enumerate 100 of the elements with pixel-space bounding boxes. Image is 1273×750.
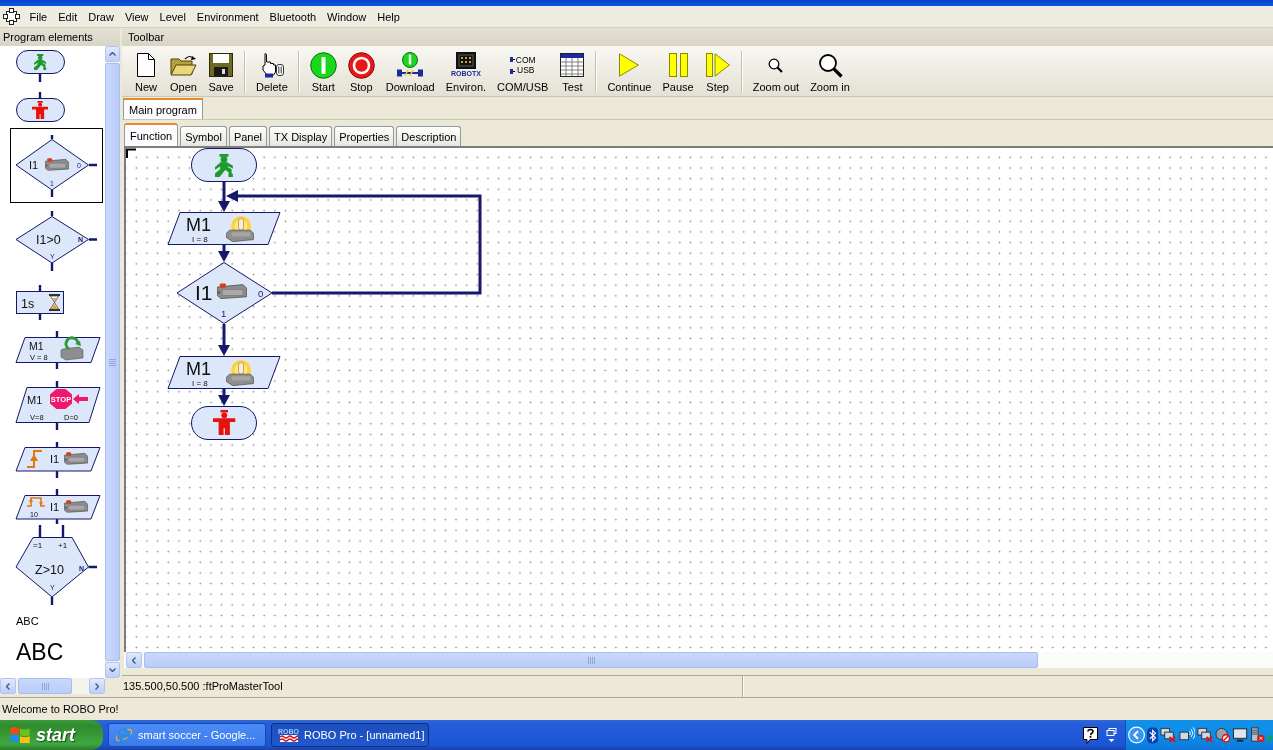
continue-button[interactable]: Continue: [603, 51, 656, 94]
scroll-down-button[interactable]: [105, 662, 120, 678]
bluetooth-icon[interactable]: [1147, 726, 1159, 744]
step-button[interactable]: Step: [700, 51, 735, 94]
com-usb-button[interactable]: COM USB COM/USB: [493, 51, 553, 94]
scrollbar-thumb[interactable]: [144, 652, 1038, 668]
folder-icon: [170, 54, 197, 76]
menu-item[interactable]: Help: [371, 7, 406, 26]
chevron-left-icon[interactable]: [1128, 726, 1146, 744]
scrollbar-track[interactable]: [124, 652, 1273, 668]
network-error-icon[interactable]: [1160, 727, 1177, 743]
taskbar-button[interactable]: smart soccer - Google...: [108, 723, 266, 747]
save-button[interactable]: Save: [204, 51, 238, 94]
condition-label: I1>0: [36, 233, 61, 247]
pane-title: Toolbar: [122, 28, 1273, 46]
window-menu-icon[interactable]: [3, 8, 20, 25]
scroll-left-button[interactable]: [126, 652, 142, 668]
grip-icon: [587, 656, 595, 664]
output-label: M1: [186, 359, 211, 379]
download-button[interactable]: Download: [381, 51, 439, 94]
view-tab[interactable]: Symbol: [180, 126, 227, 146]
pause-button[interactable]: Pause: [658, 51, 698, 94]
circle-cable-icon: [397, 52, 424, 78]
program-canvas[interactable]: M1 I = 8 I1 0 1 M1 I = 8: [124, 146, 1273, 652]
view-tab[interactable]: Description: [396, 126, 462, 146]
chevron-up-icon: [109, 52, 116, 56]
scroll-up-button[interactable]: [105, 46, 120, 62]
menu-item[interactable]: Window: [321, 7, 372, 26]
chevron-left-icon: [6, 682, 10, 690]
step-edge-icon: [26, 450, 43, 468]
wireless-icon[interactable]: [1178, 727, 1195, 743]
sensor-label: I1: [50, 453, 60, 465]
view-tab[interactable]: TX Display: [269, 126, 333, 146]
output-label: M1: [186, 215, 211, 235]
connector-arrow: [218, 182, 230, 212]
scroll-left-button[interactable]: [0, 678, 16, 694]
test-button[interactable]: Test: [555, 51, 590, 94]
pause-icon: [668, 53, 688, 77]
icon-caption: USB: [516, 65, 536, 75]
program-tab[interactable]: Main program: [123, 98, 203, 119]
help-bubble-icon[interactable]: [1083, 726, 1098, 744]
view-tab[interactable]: Properties: [334, 126, 395, 146]
monitor-icon[interactable]: [1232, 727, 1249, 743]
counter-loop-block[interactable]: [15, 524, 99, 607]
cursor-position: 135.500,50.500 :ftProMasterTool: [122, 676, 743, 697]
start-button[interactable]: Start: [305, 51, 341, 94]
menu-item[interactable]: Bluetooth: [264, 7, 322, 26]
connector-arrow: [218, 389, 230, 406]
menu-item[interactable]: Draw: [82, 7, 120, 26]
status-message: Welcome to ROBO Pro!: [2, 703, 119, 715]
output-value: I = 8: [192, 234, 208, 244]
chevron-down-icon: [109, 668, 116, 672]
output-label: M1: [27, 394, 43, 406]
comment-text[interactable]: ABC: [16, 615, 39, 627]
view-tab[interactable]: Function: [124, 123, 179, 146]
scrollbar-thumb[interactable]: [18, 678, 72, 694]
menu-item[interactable]: Edit: [52, 7, 83, 26]
network-error-icon[interactable]: [1196, 727, 1213, 743]
output-label: M1: [29, 340, 44, 352]
zoom-out-button[interactable]: Zoom out: [748, 51, 804, 94]
open-button[interactable]: Open: [166, 51, 201, 94]
table-window-icon: [560, 53, 585, 77]
scrollbar-track[interactable]: [0, 678, 105, 694]
comment-text[interactable]: ABC: [16, 640, 64, 664]
scroll-right-button[interactable]: [89, 678, 105, 694]
menu-item[interactable]: Level: [154, 7, 192, 26]
counter-label: =1: [33, 541, 43, 550]
condition-label: Z>10: [35, 563, 64, 577]
grip-icon: [109, 358, 116, 366]
start-button[interactable]: start: [0, 720, 103, 750]
view-tab[interactable]: Panel: [228, 126, 268, 146]
icon-caption: COM: [515, 55, 536, 65]
server-error-icon[interactable]: [1250, 727, 1266, 743]
output-value: I = 8: [192, 378, 208, 388]
menu-item[interactable]: File: [24, 7, 53, 26]
chip-icon: [455, 52, 476, 69]
delete-button[interactable]: Delete: [252, 51, 292, 94]
sensor-label: I1: [195, 281, 213, 304]
sensor-label: I1: [50, 501, 60, 513]
window-restore-icon[interactable]: [1106, 728, 1117, 742]
document-icon: [137, 53, 155, 77]
output-label: 1: [221, 308, 227, 319]
stop-sign-icon: [50, 389, 72, 409]
blocked-disc-icon[interactable]: [1214, 727, 1230, 743]
plug-icon: [509, 56, 515, 74]
magnifier-icon: [768, 57, 784, 73]
menu-item[interactable]: Environment: [191, 7, 265, 26]
new-button[interactable]: New: [129, 51, 163, 94]
counter-label: +1: [58, 541, 68, 550]
menu-item[interactable]: View: [119, 7, 155, 26]
pane-title: Program elements: [0, 28, 120, 46]
start-block[interactable]: [16, 50, 65, 82]
hourglass-icon: [49, 294, 60, 311]
compare-block[interactable]: [15, 209, 99, 273]
sensor-label: I1: [29, 159, 39, 171]
time-label: 1s: [21, 296, 35, 311]
circle-bar-icon: [309, 51, 337, 79]
chevron-left-icon: [132, 656, 136, 664]
zoom-in-button[interactable]: Zoom in: [806, 51, 854, 94]
stop-button[interactable]: Stop: [343, 51, 379, 94]
